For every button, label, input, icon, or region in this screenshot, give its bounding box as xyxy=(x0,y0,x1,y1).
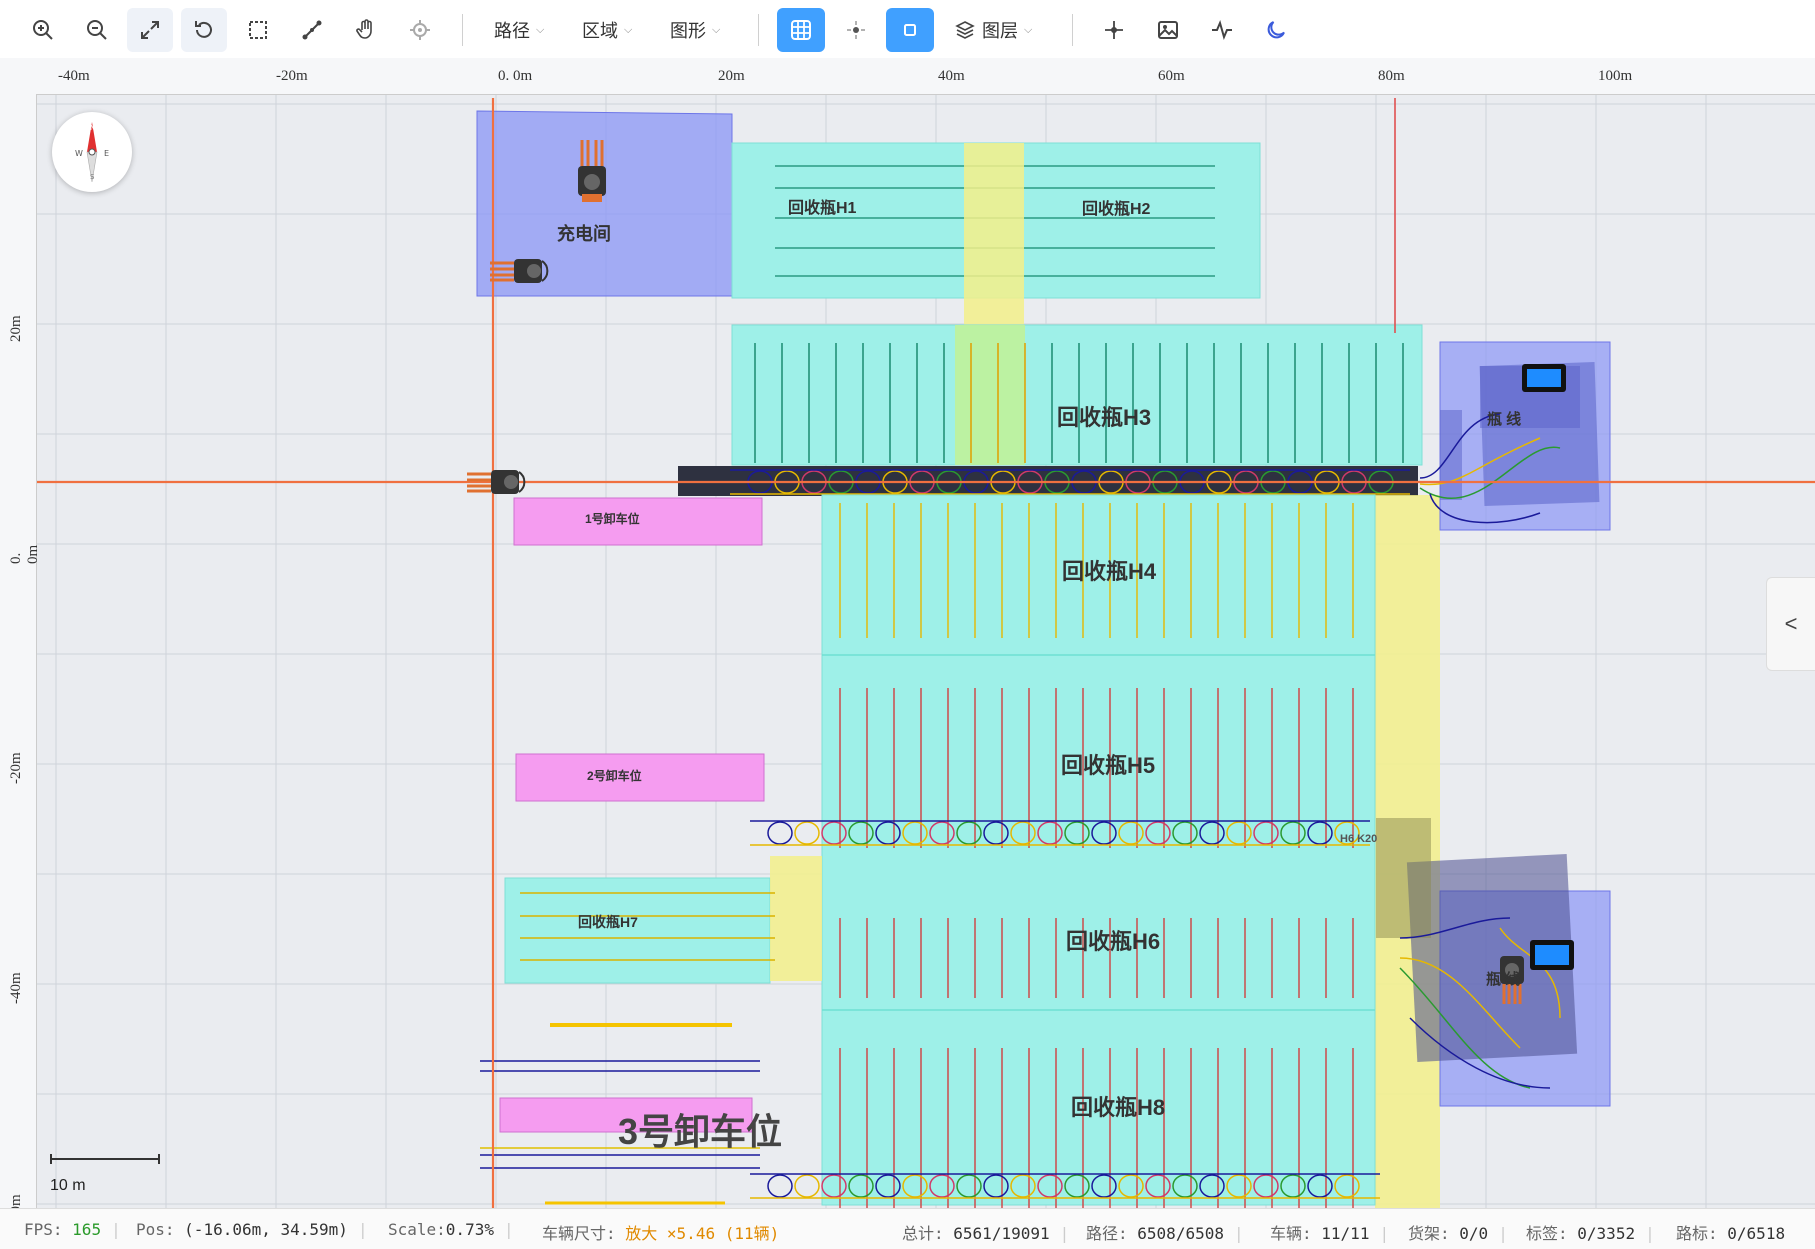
area-menu-label: 区域 xyxy=(582,21,618,41)
layers-icon xyxy=(955,21,975,39)
toolbar-divider xyxy=(462,14,463,46)
zone-label-h6-tag: H6 K20 xyxy=(1340,833,1378,845)
ruler-y-label: -20m xyxy=(8,752,24,784)
path-menu-label: 路径 xyxy=(494,21,530,41)
status-total: 总计: 6561/19091 | xyxy=(902,1224,1070,1243)
waveform-icon[interactable] xyxy=(1199,8,1245,52)
ruler-x-label: 100m xyxy=(1598,68,1633,84)
shape-menu-label: 图形 xyxy=(670,21,706,41)
status-rack: 货架: 0/0 | xyxy=(1408,1224,1508,1243)
zone-label-h6: 回收瓶H6 xyxy=(1066,929,1161,954)
ruler-x-label: -40m xyxy=(58,68,90,84)
zone-label-h7: 回收瓶H7 xyxy=(578,914,638,930)
reset-rotate-icon[interactable] xyxy=(181,8,227,52)
svg-text:S: S xyxy=(90,173,95,181)
grid-toggle-icon[interactable] xyxy=(777,8,825,52)
scale-bar-label: 10 m xyxy=(50,1177,86,1194)
corridor-yellow-h7 xyxy=(770,856,822,981)
night-mode-icon[interactable] xyxy=(1253,8,1299,52)
zone-label-h2: 回收瓶H2 xyxy=(1082,201,1151,218)
chevron-left-icon: < xyxy=(1784,611,1798,636)
chevron-down-icon: ⌵ xyxy=(1024,23,1033,36)
chevron-down-icon: ⌵ xyxy=(536,23,545,36)
svg-text:N: N xyxy=(90,124,95,132)
shape-menu[interactable]: 图形 ⌵ xyxy=(664,8,726,52)
ruler-y-label: 0. 0m xyxy=(8,544,41,564)
zone-label-unload-1: 1号卸车位 xyxy=(585,512,640,526)
point-snap-icon[interactable] xyxy=(833,8,879,52)
scale-bar: 10 m xyxy=(50,1152,164,1195)
chevron-down-icon: ⌵ xyxy=(624,23,633,36)
ruler-x-label: 20m xyxy=(718,68,745,84)
point-tool-icon[interactable] xyxy=(1091,8,1137,52)
layers-menu-label: 图层 xyxy=(982,21,1018,41)
ruler-y-label: -60m xyxy=(8,1194,25,1208)
chevron-down-icon: ⌵ xyxy=(712,23,721,36)
zone-label-unload-2: 2号卸车位 xyxy=(587,769,642,783)
svg-text:W: W xyxy=(75,149,83,158)
corridor-green xyxy=(955,325,1025,465)
ruler-x-label: 60m xyxy=(1158,68,1185,84)
zoom-out-icon[interactable] xyxy=(74,8,120,52)
fit-view-icon[interactable] xyxy=(127,8,173,52)
draw-path-icon[interactable] xyxy=(289,8,335,52)
ruler-x-label: 80m xyxy=(1378,68,1405,84)
map-canvas[interactable]: -40m -20m 0. 0m 20m 40m 60m 80m 100m 20m… xyxy=(0,58,1815,1208)
zone-label-h5: 回收瓶H5 xyxy=(1061,753,1156,778)
status-marker: 路标: 0/6518 xyxy=(1676,1224,1786,1243)
status-fps: FPS: 165 | xyxy=(24,1220,121,1239)
toolbar-divider xyxy=(1072,14,1073,46)
layers-menu[interactable]: 图层 ⌵ xyxy=(948,8,1038,52)
zone-label-line-a: 瓶 线 xyxy=(1487,411,1522,428)
status-pos: Pos: (-16.06m, 34.59m) | xyxy=(136,1220,368,1239)
zone-label-h4: 回收瓶H4 xyxy=(1062,559,1157,584)
toolbar-divider xyxy=(758,14,759,46)
status-vehicle-size: 车辆尺寸: 放大 ×5.46 (11辆) xyxy=(542,1224,780,1243)
ruler-x-label: 0. 0m xyxy=(498,68,533,84)
status-vehicle: 车辆: 11/11 | xyxy=(1270,1224,1390,1243)
ruler-horizontal: -40m -20m 0. 0m 20m 40m 60m 80m 100m xyxy=(0,58,1815,95)
ruler-x-label: 40m xyxy=(938,68,965,84)
compass-icon[interactable]: W E N S xyxy=(52,112,132,192)
area-toggle-icon[interactable] xyxy=(886,8,934,52)
terminal-icon[interactable] xyxy=(1530,940,1574,970)
warehouse-map[interactable] xyxy=(0,58,1815,1208)
toolbar: 路径 ⌵ 区域 ⌵ 图形 ⌵ 图层 ⌵ xyxy=(0,0,1815,59)
collapse-panel-button[interactable]: < xyxy=(1766,577,1815,671)
zone-label-h3: 回收瓶H3 xyxy=(1057,405,1152,430)
area-menu[interactable]: 区域 ⌵ xyxy=(576,8,638,52)
zoom-in-icon[interactable] xyxy=(20,8,66,52)
pan-hand-icon[interactable] xyxy=(343,8,389,52)
image-icon[interactable] xyxy=(1145,8,1191,52)
terminal-icon[interactable] xyxy=(1522,364,1566,392)
path-menu[interactable]: 路径 ⌵ xyxy=(488,8,550,52)
zone-label-h8: 回收瓶H8 xyxy=(1071,1095,1166,1120)
ruler-vertical: 20m 0. 0m -20m -40m -60m xyxy=(0,94,41,1208)
box-select-icon[interactable] xyxy=(235,8,281,52)
zone-label-charging-room: 充电间 xyxy=(557,224,611,244)
zone-label-line-b: 瓶 线 xyxy=(1486,971,1521,988)
status-tag: 标签: 0/3352 | xyxy=(1526,1224,1655,1243)
status-path: 路径: 6508/6508 | xyxy=(1086,1224,1244,1243)
status-scale: Scale:0.73% | xyxy=(388,1220,514,1239)
status-bar: FPS: 165 | Pos: (-16.06m, 34.59m) | Scale:… xyxy=(0,1208,1815,1249)
zone-label-h1: 回收瓶H1 xyxy=(788,200,857,217)
locate-icon[interactable] xyxy=(397,8,443,52)
ruler-y-label: -40m xyxy=(8,972,24,1004)
svg-text:E: E xyxy=(104,149,109,158)
zone-label-unload-3: 3号卸车位 xyxy=(618,1111,783,1152)
ruler-x-label: -20m xyxy=(276,68,308,84)
ruler-y-label: 20m xyxy=(8,315,24,342)
